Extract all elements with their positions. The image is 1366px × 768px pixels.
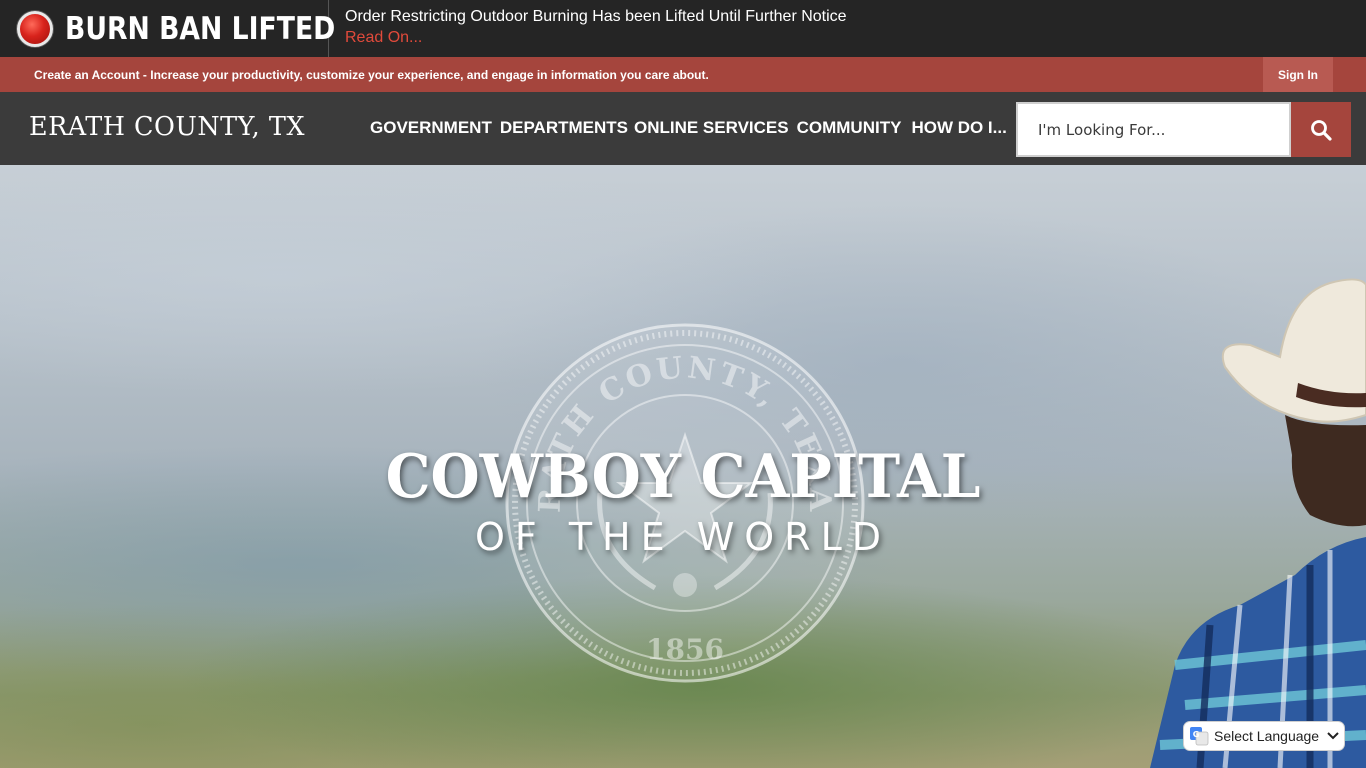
alert-content: Order Restricting Outdoor Burning Has be… <box>329 0 847 57</box>
language-select[interactable]: G Select Language <box>1183 721 1345 751</box>
hero-title: COWBOY CAPITAL <box>385 442 981 512</box>
account-bar: Create an Account - Increase your produc… <box>0 57 1366 92</box>
hero-subtitle: OF THE WORLD <box>474 515 892 559</box>
google-translate-icon: G <box>1190 727 1209 746</box>
nav-community[interactable]: COMMUNITY <box>797 118 902 138</box>
seal-year: 1856 <box>646 633 724 666</box>
main-nav: GOVERNMENT DEPARTMENTS ONLINE SERVICES C… <box>370 118 1007 138</box>
alert-message: Order Restricting Outdoor Burning Has be… <box>345 8 847 25</box>
nav-how-do-i[interactable]: HOW DO I... <box>911 118 1006 138</box>
alert-title: BURN BAN LIFTED <box>0 0 335 57</box>
account-promo: Create an Account - Increase your produc… <box>0 68 709 82</box>
alert-indicator-icon <box>17 10 53 47</box>
nav-departments[interactable]: DEPARTMENTS <box>500 118 628 138</box>
search-icon <box>1311 119 1332 141</box>
hero-banner: ERATH COUNTY, TEXAS 1856 COWBOY CAPITAL … <box>0 165 1366 768</box>
svg-text:G: G <box>1193 730 1200 739</box>
sign-in-button[interactable]: Sign In <box>1263 57 1333 92</box>
nav-government[interactable]: GOVERNMENT <box>370 118 492 138</box>
search-button[interactable] <box>1291 102 1351 157</box>
chevron-down-icon <box>1327 732 1339 740</box>
site-logo[interactable]: ERATH COUNTY, TX <box>29 112 305 142</box>
alert-bar: BURN BAN LIFTED Order Restricting Outdoo… <box>0 0 1366 57</box>
search-box <box>1016 102 1351 157</box>
nav-online-services[interactable]: ONLINE SERVICES <box>634 118 789 138</box>
site-header: ERATH COUNTY, TX GOVERNMENT DEPARTMENTS … <box>0 92 1366 165</box>
account-description: - Increase your productivity, customize … <box>139 67 709 82</box>
search-input[interactable] <box>1016 102 1291 157</box>
language-select-label: Select Language <box>1214 728 1320 744</box>
create-account-link[interactable]: Create an Account <box>34 68 140 82</box>
alert-heading: BURN BAN LIFTED <box>65 10 336 47</box>
alert-read-on-link[interactable]: Read On... <box>345 27 422 49</box>
